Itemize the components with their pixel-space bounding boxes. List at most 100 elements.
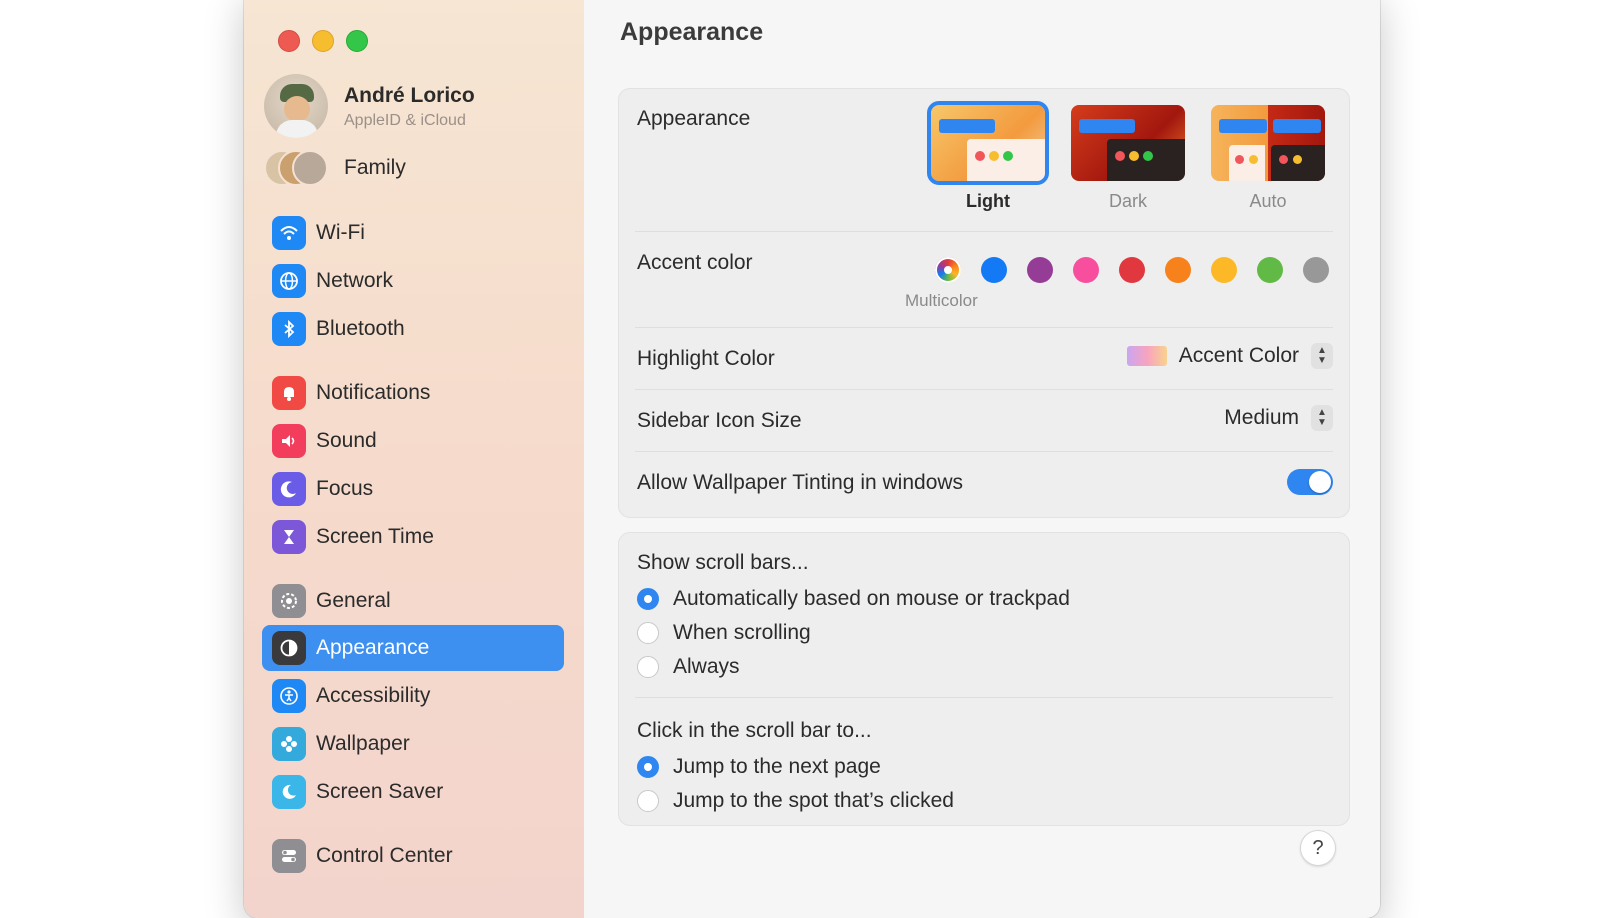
accent-red-swatch[interactable] <box>1119 257 1145 283</box>
sidebar-item-label: Wallpaper <box>316 732 410 755</box>
gear-icon <box>272 584 306 618</box>
sidebar-item-label: Screen Time <box>316 525 434 548</box>
sidebar-item-family[interactable]: Family <box>264 150 564 186</box>
wallpaper-tinting-label: Allow Wallpaper Tinting in windows <box>637 471 964 494</box>
radio-label: Jump to the next page <box>673 755 881 778</box>
chevron-updown-icon: ▲ ▼ <box>1311 405 1333 431</box>
radio-button[interactable] <box>637 790 659 812</box>
sidebar-item-notifications[interactable]: Notifications <box>262 370 564 416</box>
appearance-icon <box>272 631 306 665</box>
help-button[interactable]: ? <box>1300 830 1336 866</box>
minimize-button[interactable] <box>312 30 334 52</box>
highlight-color-label: Highlight Color <box>637 347 775 370</box>
radio-button[interactable] <box>637 656 659 678</box>
radio-button[interactable] <box>637 588 659 610</box>
theme-auto-label: Auto <box>1249 191 1287 211</box>
accent-blue-swatch[interactable] <box>981 257 1007 283</box>
bell-icon <box>272 376 306 410</box>
sidebar-item-control-center[interactable]: Control Center <box>262 833 564 879</box>
sidebar: André Lorico AppleID & iCloud Family Wi‑… <box>244 0 585 918</box>
accessibility-icon <box>272 679 306 713</box>
moon-icon <box>272 472 306 506</box>
sidebar-item-screen-time[interactable]: Screen Time <box>262 514 564 560</box>
radio-jump-spot-clicked[interactable]: Jump to the spot that’s clicked <box>637 787 954 815</box>
scroll-bars-group: Show scroll bars... Automatically based … <box>618 532 1350 826</box>
zoom-button[interactable] <box>346 30 368 52</box>
sidebar-icon-size-popup[interactable]: Medium ▲ ▼ <box>1224 405 1333 431</box>
appearance-label: Appearance <box>637 107 751 130</box>
wifi-icon <box>272 216 306 250</box>
sidebar-item-sound[interactable]: Sound <box>262 418 564 464</box>
click-scroll-bar-label: Click in the scroll bar to... <box>637 719 872 742</box>
accent-orange-swatch[interactable] <box>1165 257 1191 283</box>
radio-label: Always <box>673 655 740 678</box>
highlight-color-popup[interactable]: Accent Color ▲ ▼ <box>1126 343 1333 369</box>
profile-name: André Lorico <box>344 84 475 107</box>
radio-scroll-automatic[interactable]: Automatically based on mouse or trackpad <box>637 585 1070 613</box>
accent-yellow-swatch[interactable] <box>1211 257 1237 283</box>
sidebar-item-label: Wi‑Fi <box>316 221 365 244</box>
radio-button[interactable] <box>637 622 659 644</box>
sidebar-item-bluetooth[interactable]: Bluetooth <box>262 306 564 352</box>
appearance-group: Appearance Light Dark Auto Accent color … <box>618 88 1350 518</box>
flower-icon <box>272 727 306 761</box>
sidebar-item-label: General <box>316 589 391 612</box>
sidebar-item-label: Bluetooth <box>316 317 405 340</box>
screensaver-icon <box>272 775 306 809</box>
sidebar-item-general[interactable]: General <box>262 578 564 624</box>
family-label: Family <box>344 156 406 179</box>
close-button[interactable] <box>278 30 300 52</box>
theme-auto-option[interactable] <box>1211 105 1325 181</box>
sidebar-item-wallpaper[interactable]: Wallpaper <box>262 721 564 767</box>
bluetooth-icon <box>272 312 306 346</box>
sidebar-item-label: Appearance <box>316 636 430 659</box>
radio-label: When scrolling <box>673 621 811 644</box>
speaker-icon <box>272 424 306 458</box>
sidebar-item-screen-saver[interactable]: Screen Saver <box>262 769 564 815</box>
sidebar-item-network[interactable]: Network <box>262 258 564 304</box>
globe-icon <box>272 264 306 298</box>
accent-purple-swatch[interactable] <box>1027 257 1053 283</box>
show-scroll-bars-label: Show scroll bars... <box>637 551 809 574</box>
radio-jump-next-page[interactable]: Jump to the next page <box>637 753 881 781</box>
sidebar-icon-size-label: Sidebar Icon Size <box>637 409 802 432</box>
sidebar-item-label: Focus <box>316 477 374 500</box>
chevron-updown-icon: ▲ ▼ <box>1311 343 1333 369</box>
radio-scroll-always[interactable]: Always <box>637 653 740 681</box>
radio-button[interactable] <box>637 756 659 778</box>
theme-dark-option[interactable] <box>1071 105 1185 181</box>
theme-light-label: Light <box>966 191 1010 211</box>
accent-pink-swatch[interactable] <box>1073 257 1099 283</box>
highlight-color-value: Accent Color <box>1178 344 1299 367</box>
system-settings-window: André Lorico AppleID & iCloud Family Wi‑… <box>244 0 1380 918</box>
accent-green-swatch[interactable] <box>1257 257 1283 283</box>
sidebar-item-accessibility[interactable]: Accessibility <box>262 673 564 719</box>
sidebar-item-label: Screen Saver <box>316 780 444 803</box>
sidebar-item-focus[interactable]: Focus <box>262 466 564 512</box>
accent-graphite-swatch[interactable] <box>1303 257 1329 283</box>
page-title: Appearance <box>620 18 764 46</box>
sidebar-icon-size-value: Medium <box>1224 406 1299 429</box>
settings-pane: Appearance Appearance Light Dark Auto Ac… <box>584 0 1380 918</box>
theme-light-option[interactable] <box>927 101 1049 185</box>
theme-dark-label: Dark <box>1108 191 1147 211</box>
sidebar-item-label: Network <box>316 269 394 292</box>
accent-selected-caption: Multicolor <box>905 291 978 310</box>
wallpaper-tinting-toggle[interactable] <box>1287 469 1333 495</box>
profile-subtitle: AppleID & iCloud <box>344 112 466 129</box>
sidebar-item-wifi[interactable]: Wi‑Fi <box>262 210 564 256</box>
sidebar-item-appearance[interactable]: Appearance <box>262 625 564 671</box>
avatar <box>264 74 328 138</box>
sidebar-item-label: Accessibility <box>316 684 431 707</box>
radio-label: Automatically based on mouse or trackpad <box>673 587 1070 610</box>
apple-id-profile[interactable]: André Lorico AppleID & iCloud <box>264 74 564 140</box>
family-avatar <box>292 150 328 186</box>
sidebar-item-label: Control Center <box>316 844 453 867</box>
sidebar-item-label: Notifications <box>316 381 431 404</box>
hourglass-icon <box>272 520 306 554</box>
sidebar-item-label: Sound <box>316 429 377 452</box>
accent-color-label: Accent color <box>637 251 753 274</box>
accent-multicolor-swatch[interactable] <box>935 257 961 283</box>
radio-scroll-when-scrolling[interactable]: When scrolling <box>637 619 811 647</box>
radio-label: Jump to the spot that’s clicked <box>673 789 954 812</box>
